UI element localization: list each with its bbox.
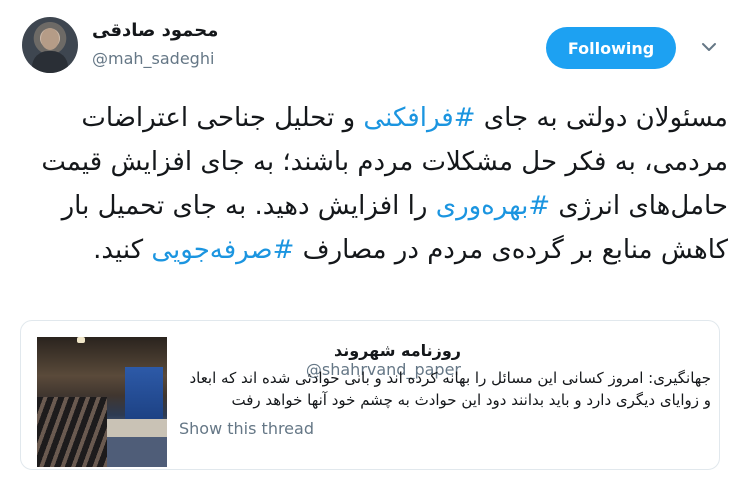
quoted-author-name[interactable]: روزنامه شهروند: [334, 341, 461, 360]
author-handle[interactable]: @mah_sadeghi: [92, 49, 214, 68]
quoted-tweet-text: جهانگیری: امروز کسانی این مسائل را بهانه…: [189, 369, 711, 409]
tweet-text-part-1: مسئولان دولتی به جای: [475, 103, 728, 133]
hashtag-link-1[interactable]: #فرافکنی: [363, 103, 475, 133]
avatar-shirt: [32, 51, 68, 73]
following-button[interactable]: Following: [546, 27, 676, 69]
hashtag-link-3[interactable]: #صرفه‌جویی: [151, 235, 294, 265]
tweet-text: مسئولان دولتی به جای #فرافکنی و تحلیل جن…: [20, 96, 728, 272]
tweet-text-part-4: کنید.: [93, 235, 152, 265]
avatar-face: [41, 28, 59, 50]
author-name[interactable]: محمود صادقی: [92, 20, 218, 41]
stage-screen: [125, 367, 163, 425]
quoted-tweet-card[interactable]: روزنامه شهروند @shahrvand_paper جهانگیری…: [20, 320, 720, 470]
ceiling-light: [77, 337, 85, 343]
show-thread-link[interactable]: Show this thread: [179, 419, 314, 438]
hashtag-link-2[interactable]: #بهره‌وری: [436, 191, 550, 221]
audience: [37, 397, 107, 467]
avatar[interactable]: [22, 17, 78, 73]
quoted-tweet-image[interactable]: [37, 337, 167, 467]
chevron-down-icon[interactable]: [700, 40, 718, 54]
